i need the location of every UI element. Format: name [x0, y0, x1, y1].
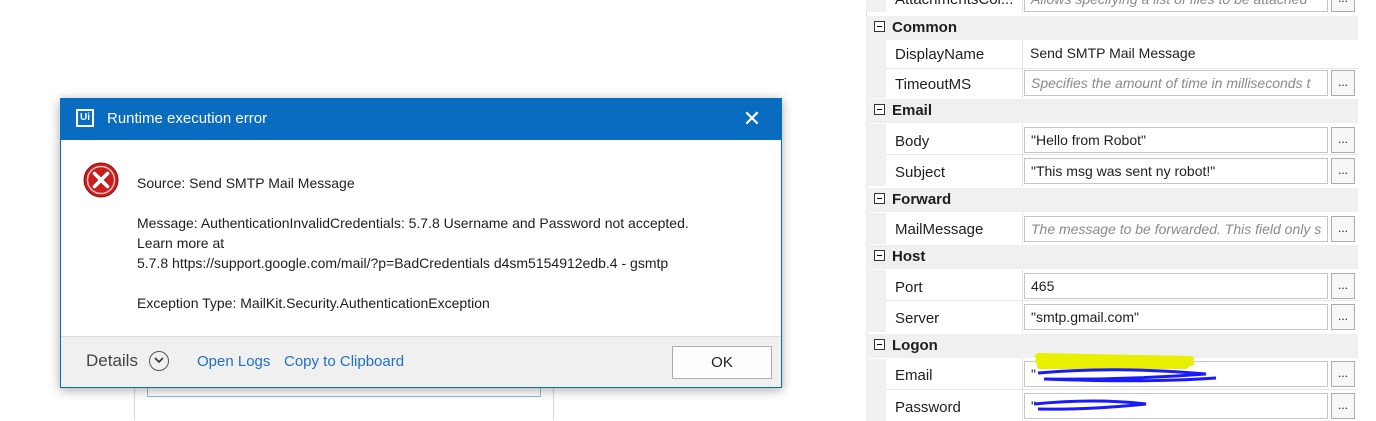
error-learn-more: Learn more at [137, 235, 225, 251]
error-message-line: Message: AuthenticationInvalidCredential… [137, 215, 689, 231]
open-logs-link[interactable]: Open Logs [197, 353, 270, 370]
copy-to-clipboard-link[interactable]: Copy to Clipboard [284, 353, 404, 370]
error-icon [83, 162, 119, 198]
error-message: Source: Send SMTP Mail Message Message: … [137, 173, 767, 313]
dialog-titlebar: Ui Runtime execution error ✕ [61, 99, 781, 140]
redaction-scribble [1033, 353, 1217, 411]
runtime-error-dialog: Ui Runtime execution error ✕ Source: Sen… [60, 98, 782, 388]
ok-button[interactable]: OK [672, 346, 772, 379]
properties-scrollbar[interactable] [1360, 0, 1376, 416]
chevron-down-icon[interactable] [149, 351, 169, 371]
error-source: Source: Send SMTP Mail Message [137, 175, 355, 191]
error-exception-type: Exception Type: MailKit.Security.Authent… [137, 295, 490, 311]
dialog-title: Runtime execution error [107, 110, 268, 127]
details-label[interactable]: Details [86, 351, 138, 371]
close-icon[interactable]: ✕ [737, 105, 767, 135]
properties-panel: AttachmentsCol... Allows specifying a li… [866, 0, 1376, 421]
error-reference: 5.7.8 https://support.google.com/mail/?p… [137, 255, 669, 271]
dialog-footer: Details Open Logs Copy to Clipboard OK [61, 336, 781, 387]
uipath-logo-icon: Ui [76, 109, 94, 127]
